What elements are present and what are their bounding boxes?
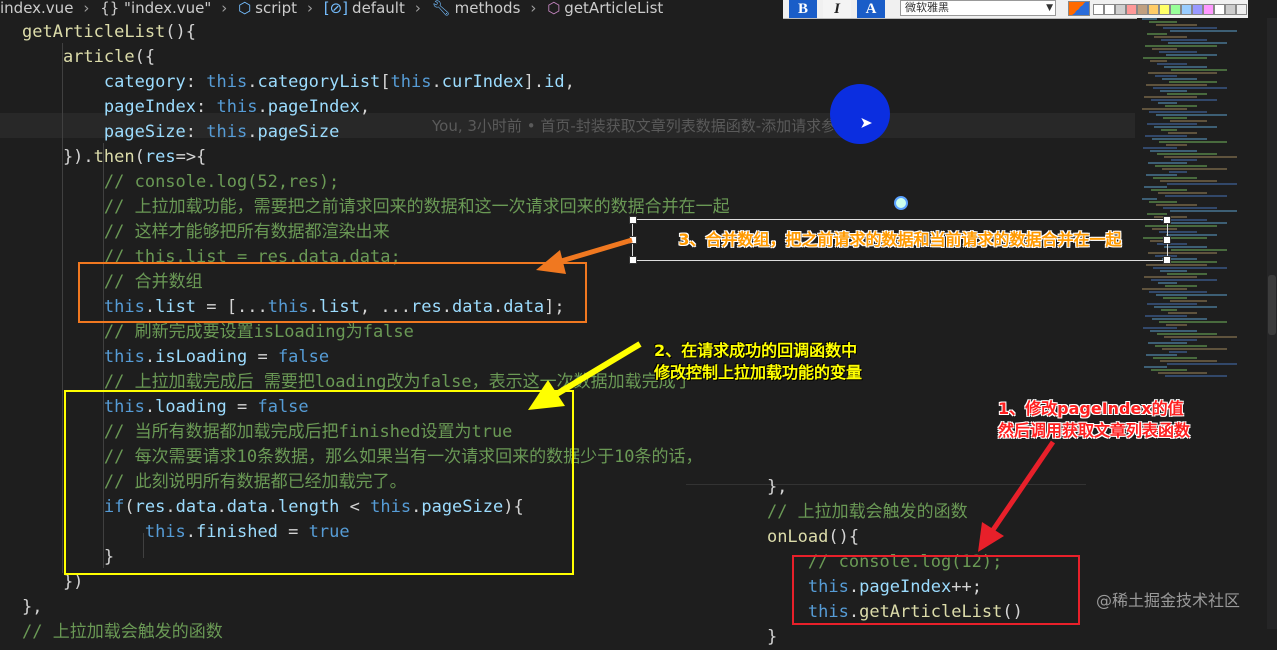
yellow-arrow: [528, 341, 642, 410]
mouse-pointer-icon: ➤: [860, 112, 874, 137]
orange-arrow: [536, 237, 633, 274]
watermark: @稀土掘金技术社区: [1096, 591, 1241, 610]
rotate-handle-icon[interactable]: [894, 196, 908, 210]
annotation-arrows: [528, 237, 1056, 552]
red-arrow: [978, 440, 1056, 552]
